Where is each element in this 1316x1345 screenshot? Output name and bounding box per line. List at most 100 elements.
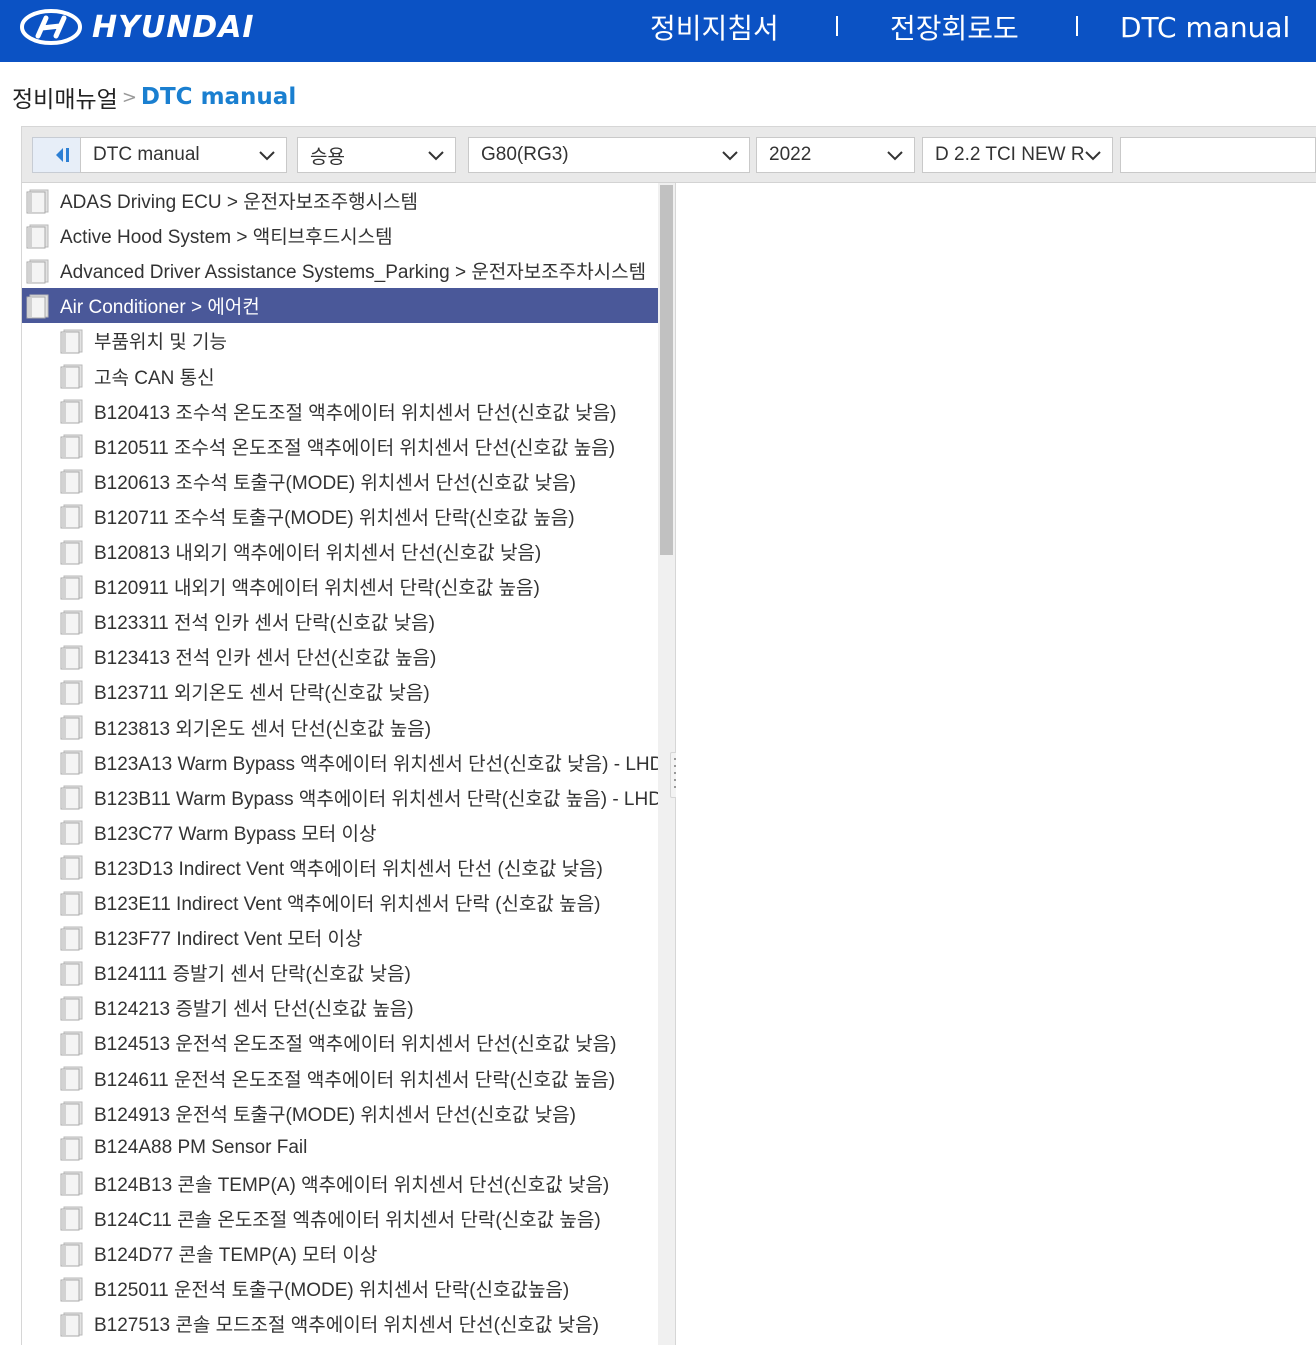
breadcrumb: 정비매뉴얼 > DTC manual [12,80,296,114]
vehicle-category-value: 승용 [310,146,345,168]
tree-item-label: B124D77 콘솔 TEMP(A) 모터 이상 [94,1245,378,1266]
book-icon [60,1312,83,1337]
year-select[interactable]: 2022 [756,137,915,173]
nav-wiring-diagram[interactable]: 전장회로도 [890,0,1019,54]
tree-item-label: B120511 조수석 온도조절 액추에이터 위치센서 단선(신호값 높음) [94,437,616,459]
tree-dtc-item[interactable]: B120613 조수석 토출구(MODE) 위치센서 단선(신호값 낮음) [22,464,658,499]
tree-item-label: Active Hood System > 액티브후드시스템 [60,227,393,249]
book-icon [26,294,49,319]
tree-item-label: B120613 조수석 토출구(MODE) 위치센서 단선(신호값 낮음) [94,472,576,494]
book-icon [60,575,83,600]
tree-category-item[interactable]: Advanced Driver Assistance Systems_Parki… [22,253,658,288]
book-icon [60,891,83,915]
engine-select[interactable]: D 2.2 TCI NEW R [922,137,1113,173]
tree-dtc-item[interactable]: B120911 내외기 액추에이터 위치센서 단락(신호값 높음) [22,569,658,604]
tree-dtc-item[interactable]: B123813 외기온도 센서 단선(신호값 높음) [22,710,658,745]
tree-dtc-item[interactable]: B120511 조수석 온도조절 액추에이터 위치센서 단선(신호값 높음) [22,429,658,464]
book-icon [60,610,83,635]
book-icon [60,1031,83,1056]
chevron-down-icon [428,151,444,161]
nav-divider [1076,16,1078,36]
manual-type-select[interactable]: DTC manual [80,137,287,173]
tree-item-label: 고속 CAN 통신 [94,367,215,389]
book-icon [60,1206,83,1231]
engine-value: D 2.2 TCI NEW R [935,144,1085,165]
model-value: G80(RG3) [481,144,569,165]
hyundai-logo[interactable]: HYUNDAI [20,8,255,46]
tree-category-item[interactable]: Active Hood System > 액티브후드시스템 [22,218,658,253]
collapse-panel-icon [56,148,69,162]
tree-item-label: B123711 외기온도 센서 단락(신호값 낮음) [94,683,430,705]
tree-dtc-item[interactable]: B124913 운전석 토출구(MODE) 위치센서 단선(신호값 낮음) [22,1096,658,1131]
tree-dtc-item[interactable]: B123B11 Warm Bypass 액추에이터 위치센서 단락(신호값 높음… [22,780,658,815]
tree-item-label: ADAS Driving ECU > 운전자보조주행시스템 [60,192,418,213]
tree-item-label: B123813 외기온도 센서 단선(신호값 높음) [94,718,432,740]
tree-dtc-item[interactable]: B124611 운전석 온도조절 액추에이터 위치센서 단락(신호값 높음) [22,1061,658,1096]
tree-item-label: B124213 증발기 센서 단선(신호값 높음) [94,999,414,1021]
tree-item-label: B124C11 콘솔 온도조절 엑츄에이터 위치센서 단락(신호값 높음) [94,1209,601,1231]
tree-item-label: 부품위치 및 기능 [94,332,227,354]
tree-item-label: B123A13 Warm Bypass 액추에이터 위치센서 단선(신호값 낮음… [94,753,658,775]
tree-dtc-item[interactable]: B123A13 Warm Bypass 액추에이터 위치센서 단선(신호값 낮음… [22,745,658,780]
tree-item-label: Air Conditioner > 에어컨 [60,297,260,319]
vehicle-category-select[interactable]: 승용 [297,137,456,173]
tree-item-label: B124111 증발기 센서 단락(신호값 낮음) [94,964,411,986]
tree-item-label: B125011 운전석 토출구(MODE) 위치센서 단락(신호값높음) [94,1280,570,1302]
tree-item-label: B124913 운전석 토출구(MODE) 위치센서 단선(신호값 낮음) [94,1104,576,1126]
tree-dtc-item[interactable]: B124B13 콘솔 TEMP(A) 액추에이터 위치센서 단선(신호값 낮음) [22,1166,658,1201]
nav-dtc-manual[interactable]: DTC manual [1120,0,1290,54]
tree-dtc-item[interactable]: B124213 증발기 센서 단선(신호값 높음) [22,990,658,1025]
tree-item-label: B123D13 Indirect Vent 액추에이터 위치센서 단선 (신호값… [94,858,603,880]
book-icon [60,645,83,670]
top-header: HYUNDAI 정비지침서 전장회로도 DTC manual [0,0,1316,62]
tree-dtc-item[interactable]: B123E11 Indirect Vent 액추에이터 위치센서 단락 (신호값… [22,885,658,920]
tree-scrollbar-thumb[interactable] [660,185,673,555]
tree-dtc-item[interactable]: B125011 운전석 토출구(MODE) 위치센서 단락(신호값높음) [22,1271,658,1306]
tree-dtc-item[interactable]: B120711 조수석 토출구(MODE) 위치센서 단락(신호값 높음) [22,499,658,534]
tree-dtc-item[interactable]: 고속 CAN 통신 [22,359,658,394]
breadcrumb-current: DTC manual [140,84,297,110]
tree-dtc-item[interactable]: B124111 증발기 센서 단락(신호값 낮음) [22,955,658,990]
filter-toolbar: DTC manual 승용 G80(RG3) 2022 D 2.2 TCI NE… [22,127,1316,183]
tree-dtc-item[interactable]: B127513 콘솔 모드조절 액추에이터 위치센서 단선(신호값 낮음) [22,1306,658,1341]
tree-item-label: B120911 내외기 액추에이터 위치센서 단락(신호값 높음) [94,578,540,600]
tree-dtc-item[interactable]: B124A88 PM Sensor Fail [22,1131,658,1166]
tree-dtc-item[interactable]: B124513 운전석 온도조절 액추에이터 위치센서 단선(신호값 낮음) [22,1025,658,1060]
model-select[interactable]: G80(RG3) [468,137,750,173]
book-icon [60,329,83,354]
tree-dtc-item[interactable]: B123311 전석 인카 센서 단락(신호값 낮음) [22,604,658,639]
tree-dtc-item[interactable]: B123413 전석 인카 센서 단선(신호값 높음) [22,639,658,674]
book-icon [60,504,83,529]
tree-dtc-item[interactable]: B123C77 Warm Bypass 모터 이상 [22,815,658,850]
tree-dtc-item[interactable]: B120413 조수석 온도조절 액추에이터 위치센서 단선(신호값 낮음) [22,394,658,429]
tree-dtc-item[interactable]: B123711 외기온도 센서 단락(신호값 낮음) [22,674,658,709]
tree-item-label: Advanced Driver Assistance Systems_Parki… [60,262,647,284]
dtc-tree-panel: ADAS Driving ECU > 운전자보조주행시스템 Active Hood… [22,183,675,1345]
book-icon [60,1136,83,1161]
book-icon [60,750,83,775]
tree-item-label: B124B13 콘솔 TEMP(A) 액추에이터 위치센서 단선(신호값 낮음) [94,1174,610,1196]
breadcrumb-home[interactable]: 정비매뉴얼 [12,80,118,114]
tree-dtc-item[interactable]: B124D77 콘솔 TEMP(A) 모터 이상 [22,1236,658,1271]
nav-service-manual[interactable]: 정비지침서 [650,0,779,54]
extra-filter-select[interactable] [1120,137,1316,173]
chevron-down-icon [1085,151,1101,161]
book-icon [26,224,49,249]
book-icon [60,785,83,810]
breadcrumb-separator: > [121,86,137,108]
book-icon [60,364,83,389]
tree-category-item[interactable]: Air Conditioner > 에어컨 [22,288,658,324]
book-icon [60,996,83,1021]
tree-dtc-item[interactable]: B124C11 콘솔 온도조절 엑츄에이터 위치센서 단락(신호값 높음) [22,1201,658,1236]
tree-category-item[interactable]: ADAS Driving ECU > 운전자보조주행시스템 [22,183,658,218]
book-icon [60,855,83,880]
tree-dtc-item[interactable]: B123F77 Indirect Vent 모터 이상 [22,920,658,955]
book-icon [60,1242,83,1266]
tree-dtc-item[interactable]: B123D13 Indirect Vent 액추에이터 위치센서 단선 (신호값… [22,850,658,885]
tree-item-label: B120711 조수석 토출구(MODE) 위치센서 단락(신호값 높음) [94,507,575,529]
chevron-down-icon [259,151,275,161]
tree-dtc-item[interactable]: 부품위치 및 기능 [22,323,658,358]
tree-dtc-item[interactable]: B120813 내외기 액추에이터 위치센서 단선(신호값 낮음) [22,534,658,569]
book-icon [60,469,83,494]
tree-item-label: B123413 전석 인카 센서 단선(신호값 높음) [94,648,437,670]
